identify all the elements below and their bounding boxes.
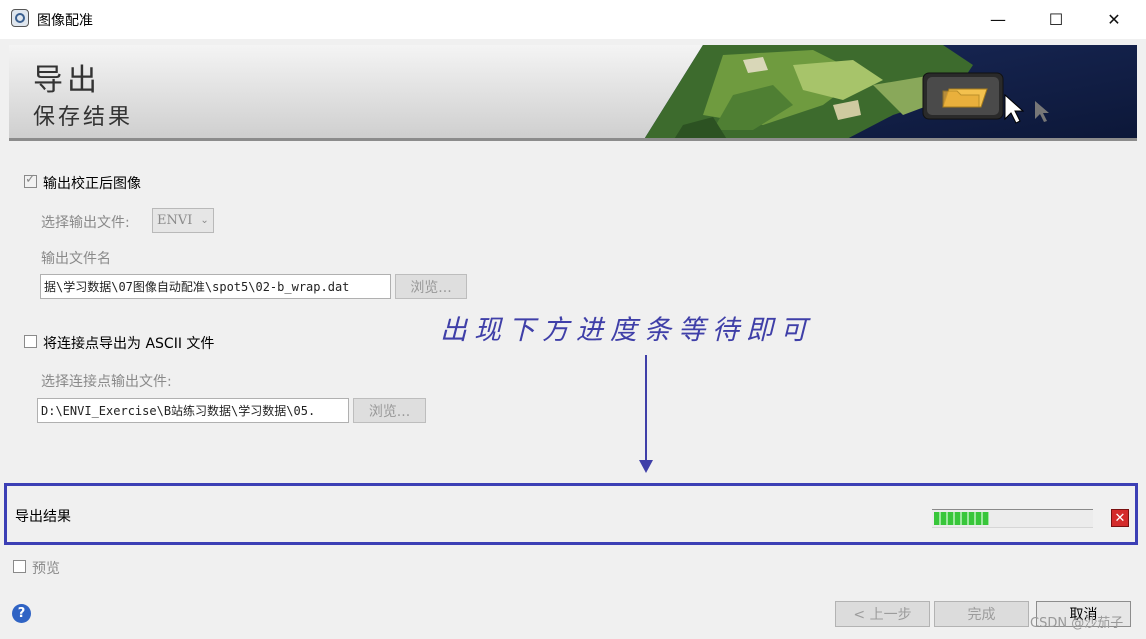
maximize-button[interactable]: ☐ bbox=[1027, 0, 1085, 39]
back-button[interactable]: < 上一步 bbox=[835, 601, 930, 627]
wizard-banner: 导出 保存结果 bbox=[9, 45, 1137, 141]
output-filename-label: 输出文件名 bbox=[41, 251, 111, 267]
output-image-checkbox[interactable] bbox=[24, 172, 37, 188]
output-image-label: 输出校正后图像 bbox=[43, 176, 141, 192]
chevron-down-icon: ⌄ bbox=[200, 215, 209, 226]
output-format-select[interactable]: ENVI ⌄ bbox=[152, 208, 214, 233]
csdn-watermark: CSDN @沙茄子 bbox=[1030, 616, 1124, 631]
output-filename-field[interactable]: 据\学习数据\07图像自动配准\spot5\02-b_wrap.dat bbox=[40, 274, 391, 299]
window-title: 图像配准 bbox=[37, 13, 93, 29]
banner-subtitle: 保存结果 bbox=[33, 105, 134, 130]
export-result-label: 导出结果 bbox=[15, 509, 71, 525]
cancel-export-icon[interactable]: ✕ bbox=[1111, 509, 1129, 527]
close-button[interactable]: ✕ bbox=[1085, 0, 1143, 39]
export-progress-bar bbox=[932, 509, 1093, 528]
minimize-button[interactable]: — bbox=[969, 0, 1027, 39]
close-icon: ✕ bbox=[1107, 10, 1121, 29]
satellite-image-folder-graphic bbox=[644, 45, 1137, 138]
banner-title: 导出 bbox=[33, 63, 101, 98]
output-format-value: ENVI bbox=[157, 213, 193, 228]
output-format-label: 选择输出文件: bbox=[41, 215, 130, 231]
annotation-text: 出现下方进度条等待即可 bbox=[440, 315, 814, 346]
annotation-arrow bbox=[645, 355, 647, 463]
tiepoints-browse-button[interactable]: 浏览... bbox=[353, 398, 426, 423]
maximize-icon: ☐ bbox=[1048, 10, 1064, 29]
minimize-icon: — bbox=[990, 10, 1006, 29]
export-tiepoints-checkbox[interactable] bbox=[24, 335, 37, 348]
envi-app-icon bbox=[11, 9, 29, 27]
tiepoints-file-label: 选择连接点输出文件: bbox=[41, 374, 172, 390]
preview-label: 预览 bbox=[32, 561, 60, 577]
export-progress-panel: 导出结果 ✕ bbox=[4, 483, 1138, 545]
output-browse-button[interactable]: 浏览... bbox=[395, 274, 467, 299]
export-tiepoints-label: 将连接点导出为 ASCII 文件 bbox=[43, 336, 215, 352]
progress-fill bbox=[934, 512, 989, 525]
arrow-down-icon bbox=[639, 460, 653, 473]
tiepoints-file-field[interactable]: D:\ENVI_Exercise\B站练习数据\学习数据\05. bbox=[37, 398, 349, 423]
help-icon[interactable]: ? bbox=[12, 604, 31, 623]
preview-checkbox[interactable] bbox=[13, 560, 26, 573]
title-bar: 图像配准 — ☐ ✕ bbox=[0, 0, 1146, 39]
finish-button[interactable]: 完成 bbox=[934, 601, 1029, 627]
